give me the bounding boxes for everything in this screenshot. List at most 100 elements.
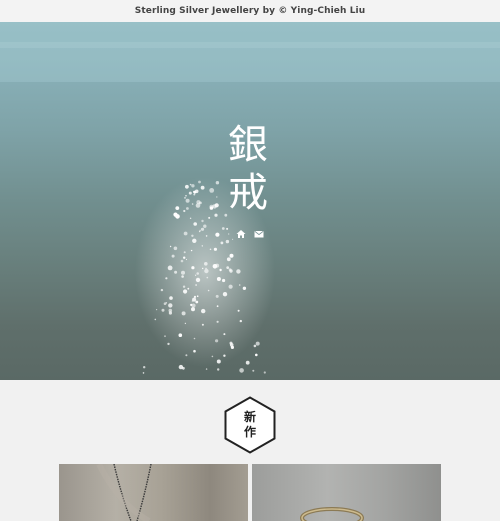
hero-nav [236,228,266,240]
sparkle [191,300,194,302]
logo-char-ring: 戒 [228,170,268,216]
site-logo[interactable]: 銀 戒 [228,124,276,224]
sparkle [185,258,188,261]
sparkle [226,257,231,262]
sparkle [171,254,175,258]
site-header: Sterling Silver Jewellery by © Ying-Chie… [0,0,500,22]
sparkle [185,198,190,203]
sparkle [228,284,233,289]
sparkle [181,311,186,316]
mail-icon[interactable] [254,229,264,239]
sparkle [161,308,165,312]
sparkle [174,270,178,274]
sparkle [215,263,220,268]
sparkle [207,289,210,292]
sparkle [216,305,219,308]
sparkle [252,369,255,372]
sparkle [191,184,195,188]
sparkle [204,262,208,266]
sparkle [201,245,203,247]
sparkle [216,359,221,364]
sparkle [205,267,207,269]
sparkle [223,354,226,357]
sparkle [184,322,187,325]
sparkle [239,319,242,323]
sparkle [232,238,234,240]
sparkle [211,355,214,358]
sparkle [253,344,257,348]
sparkle [183,289,188,294]
sparkle [195,284,197,286]
sparkle [183,209,186,213]
sparkle [181,270,185,275]
sparkle [223,333,226,336]
sparkle [173,212,178,217]
sparkle [198,180,201,184]
logo-char-silver: 銀 [228,122,268,168]
sparkle [191,303,196,308]
sparkle [226,266,230,269]
sparkle [228,268,232,272]
sparkle [142,372,145,374]
sparkle [219,268,222,272]
sparkle [229,253,234,258]
sparkle [187,287,190,290]
sparkle [209,188,215,193]
product-thumbnail[interactable] [59,464,248,521]
sparkle [213,247,217,251]
product-thumbnail[interactable] [252,464,441,521]
sparkle [164,335,166,338]
sparkle [228,233,230,235]
sparkle [180,259,184,263]
badge-line-2: 作 [243,425,256,439]
sparkle [195,274,197,276]
new-works-section: 新 作 [0,380,500,521]
sparkle [209,206,214,210]
sparkle [225,239,230,244]
sparkle [143,366,146,369]
site-title[interactable]: Sterling Silver Jewellery by © Ying-Chie… [135,6,366,16]
sparkle [193,190,196,194]
sparkle [184,197,186,199]
sparkle [203,224,207,228]
sparkle [238,284,241,286]
sparkle [173,246,178,251]
sparkle [263,371,266,374]
sparkle [181,275,184,278]
sparkle [183,231,188,236]
sparkle [206,276,209,279]
sparkle [201,323,204,326]
sparkle [195,277,201,283]
sparkle [254,353,258,357]
badge-line-1: 新 [243,410,256,424]
sparkle [215,181,220,185]
sparkle [185,195,187,197]
sparkle [215,294,219,298]
sparkle [205,368,208,370]
sparkle [255,341,260,346]
sparkle [242,286,247,290]
sparkle [245,360,250,365]
sparkle [208,216,211,219]
sparkle [186,207,189,210]
sparkle [202,267,204,270]
sparkle [168,303,173,308]
sparkle [191,266,195,270]
sparkle [222,278,226,283]
sparkle [178,364,184,370]
sparkle [216,320,219,323]
sparkle [229,343,234,347]
sparkle [221,227,225,230]
sparkle [189,217,192,219]
sparkle [167,265,173,271]
sparkle [188,191,192,195]
sparkle [193,349,196,353]
sparkle [200,185,205,190]
sparkle [215,339,219,343]
sparkle [195,300,199,304]
sparkle [205,235,208,237]
home-icon[interactable] [236,229,246,239]
sparkle [156,309,158,311]
sparkle [183,251,186,254]
sparkle [191,203,194,205]
